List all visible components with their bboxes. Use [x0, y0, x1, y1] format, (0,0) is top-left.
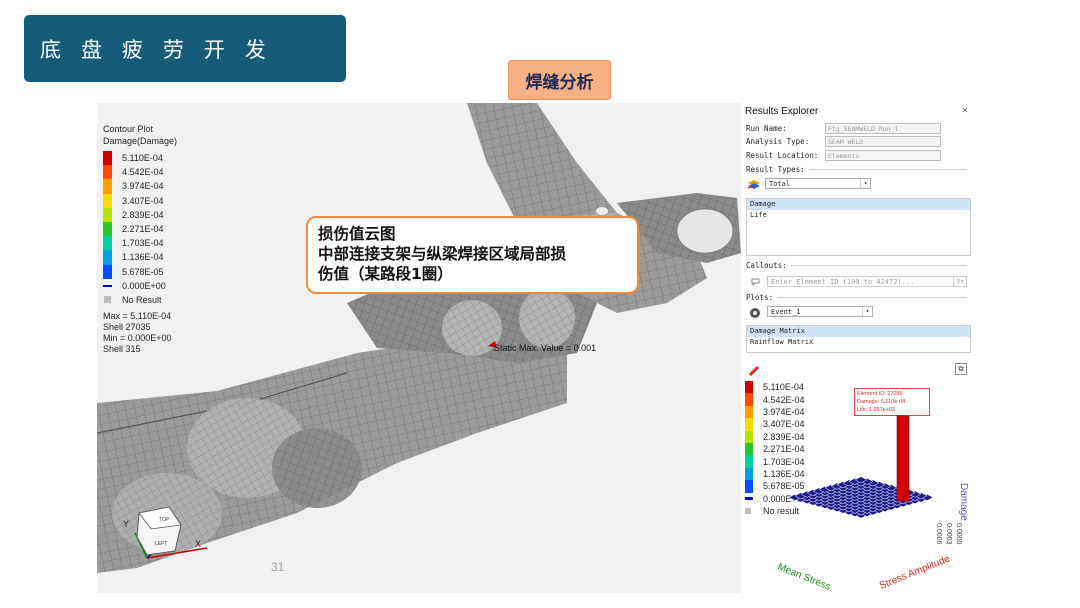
legend-swatch: [103, 179, 112, 194]
callout-search-placeholder: Enter Element ID (100 to 42472)...: [771, 278, 915, 286]
triad-y-label: Y: [123, 519, 129, 529]
legend-value: 2.271E-04: [122, 224, 164, 235]
callout-line: 伤值（某路段1圈）: [318, 265, 453, 283]
legend-swatch: [103, 151, 112, 166]
plot-select[interactable]: Event_1 ▾: [767, 306, 873, 317]
legend-swatch: [103, 207, 112, 222]
legend-value: 3.974E-04: [122, 181, 164, 192]
triad-x-label: X: [195, 539, 201, 549]
triad-cube-left: LEFT: [155, 541, 167, 547]
callout-line: 损伤值云图: [318, 225, 396, 243]
axis-amp-label: Stress Amplitude: [878, 553, 952, 591]
plots-header: Plots:: [746, 293, 967, 302]
plots-label: Plots:: [746, 293, 774, 302]
legend-swatch: [103, 193, 112, 208]
callouts-label: Callouts:: [746, 261, 787, 270]
static-max-label: Static Max. Value = 0.001: [494, 343, 597, 353]
view-triad[interactable]: TOP LEFT Y X: [117, 503, 217, 583]
callout-icon: [751, 278, 760, 286]
chevron-down-icon: ▾: [862, 307, 872, 316]
legend-value: 1.703E-04: [122, 238, 164, 249]
stat-min: Min = 0.000E+00: [103, 332, 172, 343]
result-type-icon: [747, 180, 760, 189]
legend-subtitle: Damage(Damage): [103, 136, 178, 146]
legend-value: 4.542E-04: [122, 167, 164, 178]
result-types-header: Result Types:: [746, 165, 967, 174]
legend-no-result: No Result: [122, 294, 162, 305]
panel-title: Results Explorer: [745, 106, 819, 117]
section-tag: 焊缝分析: [508, 60, 611, 100]
analysis-type-label: Analysis Type:: [746, 137, 810, 146]
run-name-label: Run Name:: [746, 124, 787, 133]
plot-value: Event_1: [771, 308, 801, 316]
stat-max-shell: Shell 27035: [103, 321, 151, 332]
legend-title: Contour Plot: [103, 124, 154, 134]
legend-value: 5.678E-05: [122, 266, 164, 277]
legend-swatch: [103, 264, 112, 279]
stat-max: Max = 5.110E-04: [103, 310, 172, 321]
result-item-damage[interactable]: Damage: [747, 199, 970, 210]
plot-list[interactable]: Damage Matrix Rainflow Matrix: [746, 325, 971, 353]
triad-cube-top: TOP: [159, 517, 170, 523]
plot-item-damage-matrix[interactable]: Damage Matrix: [747, 326, 970, 337]
result-types-label: Result Types:: [746, 165, 805, 174]
result-location-field: Elements: [825, 150, 941, 161]
plot-icon: [750, 308, 760, 318]
legend-swatch: [103, 250, 112, 265]
legend-value: 2.839E-04: [122, 209, 164, 220]
model-viewport[interactable]: Contour Plot Damage(Damage) 5.110E-04 4.…: [97, 103, 741, 593]
chevron-down-icon: ▾: [860, 179, 870, 188]
analysis-type-field: SEAM WELD: [825, 136, 941, 147]
matrix-bar: [896, 415, 910, 502]
legend-swatch: [103, 236, 112, 251]
page-number: 31: [271, 560, 285, 574]
result-location-label: Result Location:: [746, 151, 819, 160]
result-list[interactable]: Damage Life: [746, 198, 971, 256]
slide-title: 底盘疲劳开发: [24, 15, 346, 82]
close-icon[interactable]: ×: [962, 105, 968, 116]
callout-search-input[interactable]: Enter Element ID (100 to 42472)... ⚲▾: [767, 276, 967, 287]
results-explorer-panel: Results Explorer × Run Name: Ftg_SEAMWEL…: [741, 103, 973, 593]
legend-stats: Max = 5.110E-04 Shell 27035 Min = 0.000E…: [103, 311, 177, 355]
damage-matrix-plot[interactable]: Damage 0.0006 0.0003 0.0000 Mean Stress …: [741, 373, 973, 593]
legend-swatch: [103, 284, 112, 287]
result-type-select[interactable]: Total ▾: [765, 178, 871, 189]
matrix-grid: [788, 476, 934, 519]
axis-mean-label: Mean Stress: [776, 562, 832, 593]
stat-min-shell: Shell 315: [103, 343, 141, 354]
plot-item-rainflow-matrix[interactable]: Rainflow Matrix: [747, 337, 970, 348]
legend-value: 5.110E-04: [122, 153, 163, 164]
legend-value: 3.407E-04: [122, 195, 164, 206]
result-item-life[interactable]: Life: [747, 210, 970, 221]
result-type-value: Total: [769, 180, 791, 188]
axis-z-tick: 0.0006: [935, 523, 942, 545]
legend-value: 0.000E+00: [122, 280, 166, 291]
axis-z-label: Damage: [958, 483, 969, 521]
axis-z-tick: 0.0000: [955, 523, 962, 545]
no-result-swatch: [104, 296, 111, 304]
axis-z-tick: 0.0003: [945, 523, 952, 545]
legend-swatch: [103, 221, 112, 237]
search-icon[interactable]: ⚲▾: [953, 277, 966, 286]
damage-callout: 损伤值云图 中部连接支架与纵梁焊接区域局部损 伤值（某路段1圈）: [306, 216, 639, 294]
callout-line: 中部连接支架与纵梁焊接区域局部损: [318, 245, 567, 263]
contour-legend: Contour Plot Damage(Damage) 5.110E-04 4.…: [103, 123, 177, 355]
legend-value: 1.136E-04: [122, 252, 164, 263]
run-name-field: Ftg_SEAMWELD_Run_1: [825, 123, 941, 134]
legend-swatch: [103, 165, 112, 180]
callouts-header: Callouts:: [746, 261, 967, 270]
legend-scale: 5.110E-04 4.542E-04 3.974E-04 3.407E-04 …: [103, 151, 177, 307]
